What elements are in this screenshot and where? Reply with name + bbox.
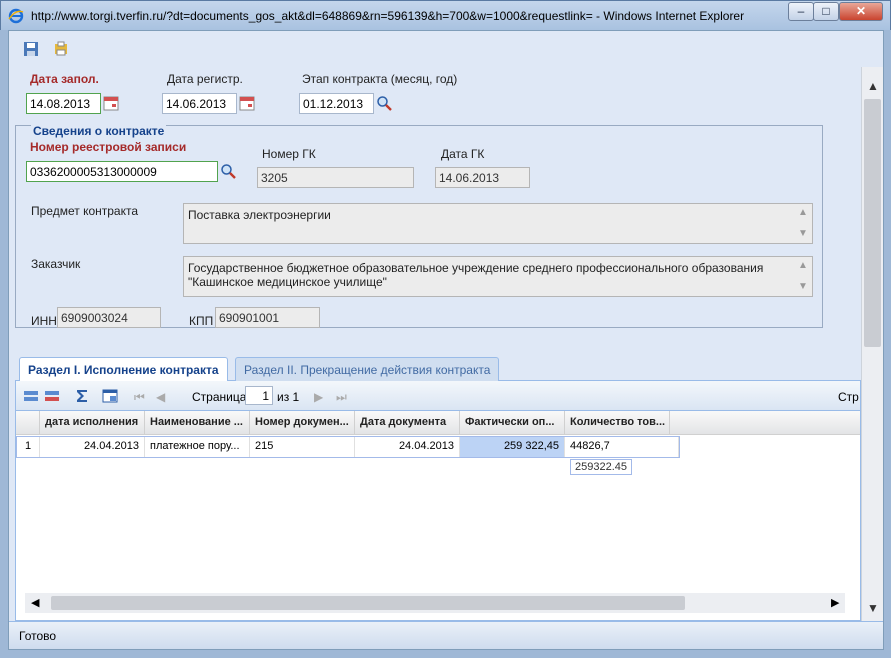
column-header-doc-date[interactable]: Дата документа bbox=[355, 411, 460, 435]
export-icon[interactable] bbox=[102, 388, 118, 404]
scroll-right-icon[interactable]: ▶ bbox=[831, 596, 839, 609]
table-row[interactable]: 1 24.04.2013 платежное пору... 215 24.04… bbox=[16, 436, 680, 458]
inn-label: ИНН bbox=[31, 314, 57, 328]
execution-panel: ⏮ ◀ Страница 1 из 1 ▶ ⏭ Стр дата исполне… bbox=[15, 381, 861, 621]
reg-number-label: Номер реестровой записи bbox=[30, 140, 187, 154]
gk-date-label: Дата ГК bbox=[441, 147, 485, 161]
stage-input[interactable]: 01.12.2013 bbox=[299, 93, 374, 114]
date-filled-label: Дата запол. bbox=[30, 72, 99, 86]
save-icon[interactable] bbox=[23, 41, 39, 57]
vertical-scrollbar[interactable]: ▲ ▼ bbox=[861, 67, 883, 621]
column-header-paid[interactable]: Фактически оп... bbox=[460, 411, 565, 435]
window-titlebar: http://www.torgi.tverfin.ru/?dt=document… bbox=[0, 0, 891, 30]
section-tabs: Раздел I. Исполнение контракта Раздел II… bbox=[15, 355, 861, 382]
cell-doc-number[interactable]: 215 bbox=[250, 437, 355, 457]
vertical-scroll-thumb[interactable] bbox=[864, 99, 881, 347]
calendar-icon[interactable] bbox=[103, 95, 119, 111]
add-row-icon[interactable] bbox=[23, 388, 39, 404]
cell-date[interactable]: 24.04.2013 bbox=[40, 437, 145, 457]
grid-toolbar: ⏮ ◀ Страница 1 из 1 ▶ ⏭ Стр bbox=[16, 381, 860, 411]
cell-doc-date[interactable]: 24.04.2013 bbox=[355, 437, 460, 457]
cell-name[interactable]: платежное пору... bbox=[145, 437, 250, 457]
sum-icon[interactable] bbox=[74, 388, 90, 404]
reg-number-input[interactable]: 0336200005313000009 bbox=[26, 161, 218, 182]
browser-frame: Дата запол. 14.08.2013 Дата регистр. 14.… bbox=[8, 30, 884, 650]
stage-label: Этап контракта (месяц, год) bbox=[302, 72, 458, 86]
pager-right-text: Стр bbox=[838, 390, 859, 404]
kpp-field: 690901001 bbox=[215, 307, 320, 328]
cell-paid[interactable]: 259 322,45 bbox=[460, 437, 565, 457]
grid-header: дата исполнения Наименование ... Номер д… bbox=[16, 411, 860, 435]
subject-text: Поставка электроэнергии bbox=[188, 208, 331, 222]
cell-tooltip: 259322.45 bbox=[570, 459, 632, 475]
next-page-icon[interactable]: ▶ bbox=[314, 390, 323, 404]
search-icon[interactable] bbox=[376, 95, 392, 111]
gk-number-label: Номер ГК bbox=[262, 147, 316, 161]
print-icon[interactable] bbox=[53, 41, 69, 57]
page-input[interactable]: 1 bbox=[245, 386, 273, 405]
date-reg-input[interactable]: 14.06.2013 bbox=[162, 93, 237, 114]
customer-text: Государственное бюджетное образовательно… bbox=[188, 261, 764, 289]
subject-label: Предмет контракта bbox=[31, 204, 139, 218]
scroll-down-icon[interactable]: ▼ bbox=[866, 601, 880, 615]
date-reg-label: Дата регистр. bbox=[167, 72, 243, 86]
horizontal-scrollbar[interactable]: ◀ ▶ bbox=[25, 593, 845, 613]
close-button[interactable]: ✕ bbox=[839, 2, 883, 21]
column-header-doc-number[interactable]: Номер докумен... bbox=[250, 411, 355, 435]
minimize-button[interactable]: – bbox=[788, 2, 814, 21]
date-filled-input[interactable]: 14.08.2013 bbox=[26, 93, 101, 114]
scroll-left-icon[interactable]: ◀ bbox=[31, 596, 39, 609]
window-title: http://www.torgi.tverfin.ru/?dt=document… bbox=[31, 9, 745, 23]
delete-row-icon[interactable] bbox=[44, 388, 60, 404]
contract-legend: Сведения о контракте bbox=[31, 124, 167, 138]
horizontal-scroll-thumb[interactable] bbox=[51, 596, 685, 610]
column-header-date[interactable]: дата исполнения bbox=[40, 411, 145, 435]
maximize-button[interactable]: □ bbox=[813, 2, 839, 21]
subject-field: Поставка электроэнергии ▲ ▼ bbox=[183, 203, 813, 244]
customer-scrollbar[interactable]: ▲ ▼ bbox=[796, 257, 812, 296]
inn-field: 6909003024 bbox=[57, 307, 161, 328]
status-text: Готово bbox=[19, 629, 57, 643]
page-label: Страница bbox=[192, 390, 247, 404]
subject-scrollbar[interactable]: ▲ ▼ bbox=[796, 204, 812, 243]
status-bar: Готово bbox=[9, 621, 883, 649]
customer-label: Заказчик bbox=[31, 257, 81, 271]
row-number: 1 bbox=[17, 437, 40, 457]
column-header-quantity[interactable]: Количество тов... bbox=[565, 411, 670, 435]
first-page-icon[interactable]: ⏮ bbox=[134, 390, 145, 405]
last-page-icon[interactable]: ⏭ bbox=[336, 390, 347, 405]
column-header-rownum bbox=[16, 411, 40, 435]
kpp-label: КПП bbox=[189, 314, 214, 328]
search-icon[interactable] bbox=[220, 163, 236, 179]
calendar-icon[interactable] bbox=[239, 95, 255, 111]
form-toolbar bbox=[9, 31, 883, 67]
page-of-label: из 1 bbox=[277, 390, 300, 404]
tab-section-2[interactable]: Раздел II. Прекращение действия контракт… bbox=[235, 357, 500, 381]
prev-page-icon[interactable]: ◀ bbox=[156, 390, 165, 404]
form-content: Дата запол. 14.08.2013 Дата регистр. 14.… bbox=[9, 67, 861, 621]
gk-date-field: 14.06.2013 bbox=[435, 167, 530, 188]
cell-quantity[interactable]: 44826,7 bbox=[565, 437, 679, 457]
gk-number-field: 3205 bbox=[257, 167, 414, 188]
ie-icon bbox=[8, 8, 24, 24]
tab-section-1[interactable]: Раздел I. Исполнение контракта bbox=[19, 357, 228, 382]
column-header-name[interactable]: Наименование ... bbox=[145, 411, 250, 435]
scroll-up-icon[interactable]: ▲ bbox=[866, 79, 880, 93]
customer-field: Государственное бюджетное образовательно… bbox=[183, 256, 813, 297]
